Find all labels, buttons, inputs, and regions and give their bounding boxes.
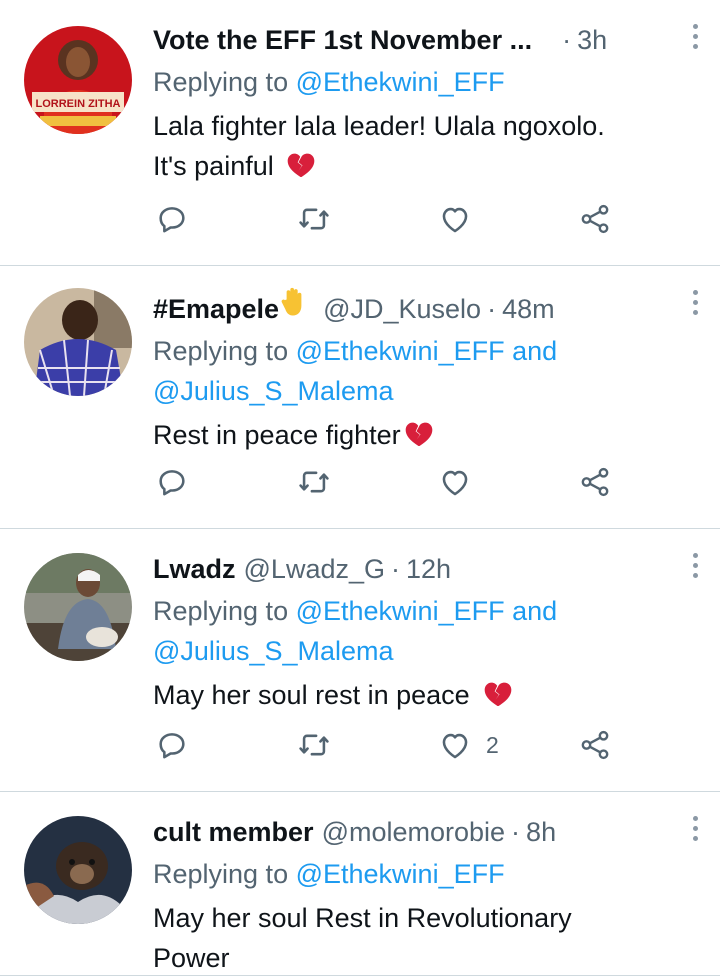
reply-to-link[interactable]: @Julius_S_Malema [153,376,394,406]
broken-heart-emoji [403,418,435,450]
raised-hand-emoji [281,287,302,316]
like-count: 2 [486,731,499,758]
reply-icon [155,202,189,236]
tweet-text: Rest in peace fighter [153,415,668,455]
reply-context: Replying to @Ethekwini_EFF [153,854,668,894]
more-icon[interactable] [690,816,700,846]
reply-button[interactable] [155,462,189,502]
share-button[interactable] [578,199,612,239]
author-name[interactable]: #Emapele [153,289,279,329]
like-icon [438,465,472,499]
like-icon [438,202,472,236]
avatar[interactable] [24,553,132,661]
broken-heart-emoji [482,678,514,710]
like-button[interactable]: 2 [438,725,499,765]
reply-button[interactable] [155,725,189,765]
tweet[interactable]: #Emapele @JD_Kuselo · 48m Replying to @E… [0,266,720,529]
share-icon [578,202,612,236]
tweet[interactable]: Lwadz @Lwadz_G · 12h Replying to @Ethekw… [0,529,720,792]
action-bar [153,462,720,502]
reply-prefix: Replying to [153,336,289,366]
more-icon[interactable] [690,553,700,583]
broken-heart-emoji [285,149,317,181]
reply-button[interactable] [155,199,189,239]
reply-icon [155,465,189,499]
reply-to-link[interactable]: @Ethekwini_EFF [296,67,505,97]
timestamp[interactable]: 8h [526,812,556,852]
reply-to-link[interactable]: @Ethekwini_EFF [296,596,505,626]
action-bar: 2 [153,725,720,765]
timestamp[interactable]: 3h [577,20,607,60]
tweet-text-line: May her soul rest in peace [153,680,470,710]
like-icon [438,728,472,762]
tweet-text: May her soul rest in peace [153,675,668,715]
retweet-button[interactable] [297,725,331,765]
share-button[interactable] [578,462,612,502]
share-icon [578,728,612,762]
reply-to-link[interactable]: @Julius_S_Malema [153,636,394,666]
like-button[interactable] [438,462,486,502]
timestamp[interactable]: 12h [406,549,451,589]
avatar[interactable]: LORREIN ZITHA [24,26,132,134]
tweet-text-line: Power [153,943,230,973]
separator-dot: · [391,554,400,584]
tweet-text-line: Lala fighter lala leader! Ulala ngoxolo. [153,111,605,141]
more-icon[interactable] [690,24,700,54]
tweet-text-line: May her soul Rest in Revolutionary [153,903,572,933]
tweet-text-line: Rest in peace fighter [153,420,401,450]
reply-to-link[interactable]: @Ethekwini_EFF [296,859,505,889]
reply-prefix: Replying to [153,67,289,97]
retweet-icon [297,202,331,236]
reply-context: Replying to @Ethekwini_EFF and @Julius_S… [153,591,668,671]
author-handle[interactable]: @Lwadz_G [244,549,385,589]
avatar[interactable] [24,816,132,924]
reply-context: Replying to @Ethekwini_EFF [153,62,668,102]
separator-dot: · [562,25,572,55]
more-icon[interactable] [690,290,700,320]
reply-prefix: Replying to [153,859,289,889]
tweet-text: Lala fighter lala leader! Ulala ngoxolo.… [153,106,668,186]
separator-dot: · [511,817,521,847]
tweet-text-line: It's painful [153,151,274,181]
tweet[interactable]: cult member @molemorobie · 8h Replying t… [0,792,720,976]
retweet-icon [297,728,331,762]
author-handle[interactable]: @molemorobie [322,812,505,852]
author-handle[interactable]: @JD_Kuselo [323,289,481,329]
separator-dot: · [487,294,497,324]
reply-and: and [512,596,558,626]
avatar[interactable] [24,288,132,396]
tweet-text: May her soul Rest in Revolutionary Power [153,898,668,978]
author-name[interactable]: cult member [153,812,314,852]
retweet-icon [297,465,331,499]
reply-prefix: Replying to [153,596,289,626]
reply-context: Replying to @Ethekwini_EFF and @Julius_S… [153,331,668,411]
like-button[interactable] [438,199,486,239]
avatar-caption: LORREIN ZITHA [36,98,121,110]
tweet[interactable]: LORREIN ZITHA Vote the EFF 1st November … [0,0,720,266]
author-name[interactable]: Vote the EFF 1st November ... [153,20,532,60]
reply-and: and [512,336,558,366]
share-button[interactable] [578,725,612,765]
timestamp[interactable]: 48m [502,289,555,329]
retweet-button[interactable] [297,462,331,502]
reply-to-link[interactable]: @Ethekwini_EFF [296,336,505,366]
reply-icon [155,728,189,762]
share-icon [578,465,612,499]
retweet-button[interactable] [297,199,331,239]
author-name[interactable]: Lwadz [153,549,236,589]
action-bar [153,199,720,239]
